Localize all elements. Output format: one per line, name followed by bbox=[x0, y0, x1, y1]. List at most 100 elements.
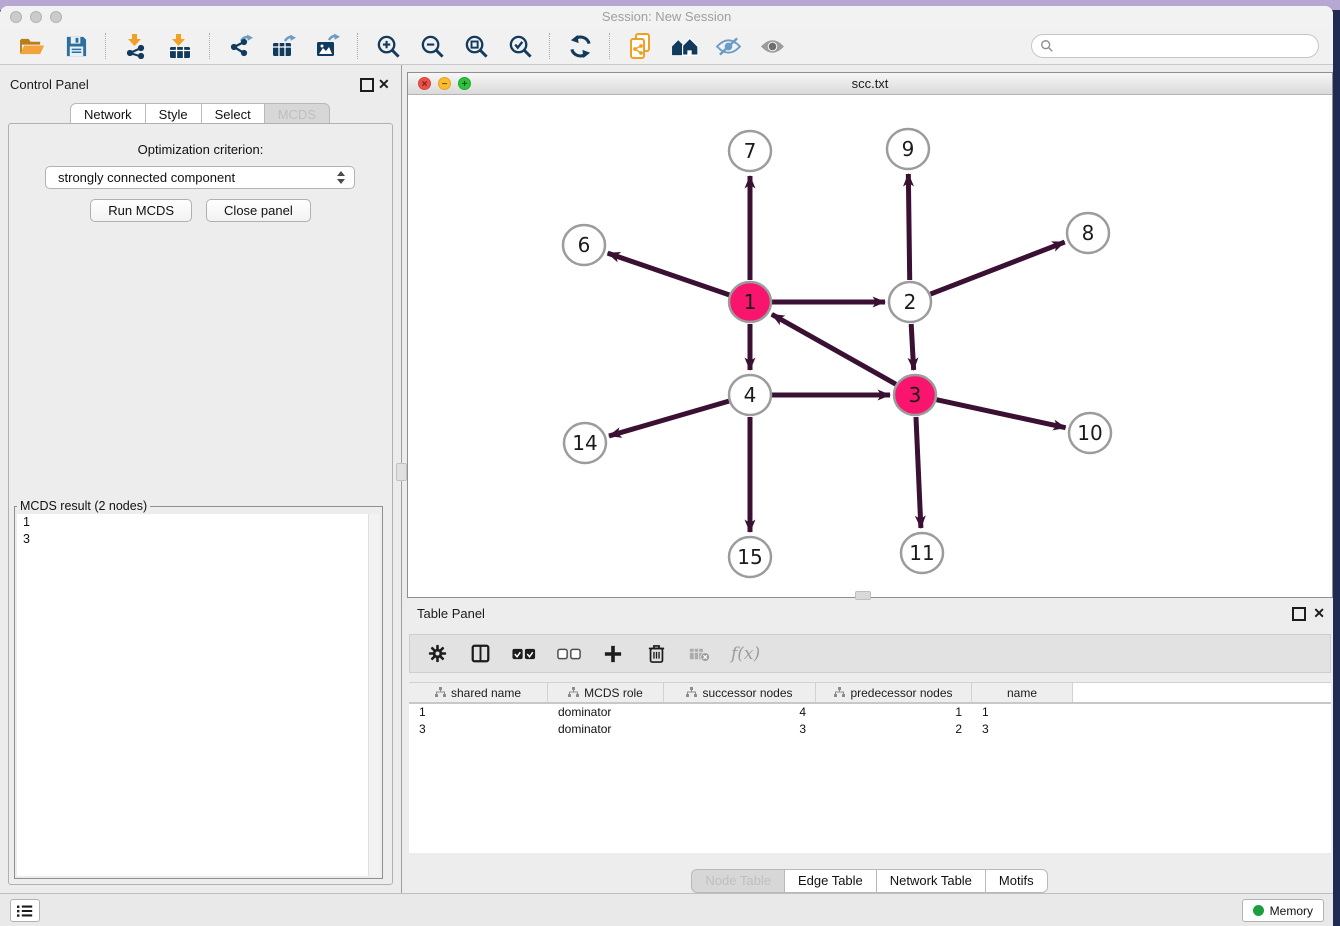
import-table-button[interactable] bbox=[166, 32, 194, 60]
search-input[interactable] bbox=[1059, 38, 1318, 55]
column-header-MCDS-role[interactable]: MCDS role bbox=[548, 683, 664, 702]
memory-button[interactable]: Memory bbox=[1242, 899, 1324, 922]
mcds-result-list: 13 bbox=[17, 514, 380, 876]
cell-predecessor-nodes[interactable]: 2 bbox=[816, 721, 972, 738]
table-tabs: Node TableEdge TableNetwork TableMotifs bbox=[407, 869, 1333, 893]
cell-successor-nodes[interactable]: 3 bbox=[664, 721, 816, 738]
app-titlebar: Session: New Session bbox=[0, 6, 1333, 29]
zoom-fit-button[interactable] bbox=[462, 32, 490, 60]
export-network-button[interactable] bbox=[226, 32, 254, 60]
cell-successor-nodes[interactable]: 4 bbox=[664, 704, 816, 721]
function-builder-button[interactable]: f(x) bbox=[731, 640, 760, 668]
table-body: 1dominator4113dominator323 bbox=[409, 704, 1331, 738]
export-table-button[interactable] bbox=[270, 32, 298, 60]
tab-network-table[interactable]: Network Table bbox=[876, 869, 986, 893]
cell-name[interactable]: 3 bbox=[972, 721, 1073, 738]
delete-column-button[interactable] bbox=[645, 640, 667, 668]
column-header-predecessor-nodes[interactable]: predecessor nodes bbox=[816, 683, 972, 702]
cell-MCDS-role[interactable]: dominator bbox=[548, 721, 664, 738]
zoom-in-button[interactable] bbox=[374, 32, 402, 60]
cell-MCDS-role[interactable]: dominator bbox=[548, 704, 664, 721]
application-window: Session: New Session bbox=[0, 6, 1333, 926]
cell-shared-name[interactable]: 3 bbox=[409, 721, 548, 738]
network-window-title: scc.txt bbox=[408, 76, 1332, 91]
toolbar-separator bbox=[357, 33, 359, 59]
table-panel-float-button[interactable] bbox=[1292, 607, 1306, 621]
graph-node-7[interactable]: 7 bbox=[729, 131, 771, 171]
graph-node-3[interactable]: 3 bbox=[894, 375, 936, 415]
hierarchy-icon bbox=[686, 687, 697, 698]
refresh-button[interactable] bbox=[566, 32, 594, 60]
show-column-panel-button[interactable] bbox=[469, 640, 491, 668]
graph-node-4[interactable]: 4 bbox=[729, 375, 771, 415]
criterion-value: strongly connected component bbox=[58, 170, 235, 185]
graph-edge-1-6[interactable] bbox=[608, 253, 730, 295]
graph-node-label: 15 bbox=[737, 545, 762, 569]
hide-selected-button[interactable] bbox=[714, 32, 742, 60]
zoom-selected-button[interactable] bbox=[506, 32, 534, 60]
toolbar-separator bbox=[105, 33, 107, 59]
graph-edge-2-9[interactable] bbox=[908, 174, 909, 280]
toolbar-separator bbox=[609, 33, 611, 59]
tab-edge-table[interactable]: Edge Table bbox=[784, 869, 877, 893]
graph-edge-3-10[interactable] bbox=[936, 400, 1065, 428]
select-all-button[interactable] bbox=[512, 640, 536, 668]
network-canvas[interactable]: 7 9 6 8 1 2 4 3 14 10 15 11 bbox=[408, 94, 1332, 597]
mcds-result-node: 3 bbox=[17, 531, 380, 548]
graph-node-2[interactable]: 2 bbox=[889, 282, 931, 322]
tab-node-table[interactable]: Node Table bbox=[691, 869, 785, 893]
deselect-all-button[interactable] bbox=[557, 640, 581, 668]
graph-node-1[interactable]: 1 bbox=[729, 282, 771, 322]
export-image-icon bbox=[315, 33, 341, 59]
cell-shared-name[interactable]: 1 bbox=[409, 704, 548, 721]
panel-splitter-handle[interactable] bbox=[396, 463, 407, 481]
run-mcds-button[interactable]: Run MCDS bbox=[90, 199, 192, 222]
graph-edge-3-11[interactable] bbox=[916, 417, 921, 528]
import-network-button[interactable] bbox=[122, 32, 150, 60]
table-settings-button[interactable] bbox=[426, 640, 448, 668]
network-window-titlebar[interactable]: × − + scc.txt bbox=[408, 73, 1332, 95]
tab-motifs[interactable]: Motifs bbox=[985, 869, 1048, 893]
network-view-window: × − + scc.txt 7 9 6 8 1 2 4 3 14 10 15 11 bbox=[407, 72, 1333, 598]
graph-node-label: 9 bbox=[902, 137, 915, 161]
home-layout-button[interactable] bbox=[670, 32, 698, 60]
graph-node-label: 7 bbox=[744, 139, 757, 163]
close-panel-button[interactable]: Close panel bbox=[206, 199, 311, 222]
cell-name[interactable]: 1 bbox=[972, 704, 1073, 721]
column-header-shared-name[interactable]: shared name bbox=[409, 683, 548, 702]
save-session-button[interactable] bbox=[62, 32, 90, 60]
column-header-successor-nodes[interactable]: successor nodes bbox=[664, 683, 816, 702]
graph-node-11[interactable]: 11 bbox=[901, 533, 943, 573]
hierarchy-icon bbox=[435, 687, 446, 698]
graph-node-10[interactable]: 10 bbox=[1069, 413, 1111, 453]
graph-node-14[interactable]: 14 bbox=[564, 423, 606, 463]
table-splitter-handle[interactable] bbox=[855, 591, 871, 600]
criterion-select[interactable]: strongly connected component bbox=[45, 166, 355, 189]
control-panel-close-button[interactable]: ✕ bbox=[378, 77, 390, 91]
graph-edge-2-3[interactable] bbox=[911, 324, 913, 370]
delete-table-icon bbox=[689, 646, 710, 662]
graph-edge-4-14[interactable] bbox=[609, 401, 729, 436]
clone-network-button[interactable] bbox=[626, 32, 654, 60]
export-image-button[interactable] bbox=[314, 32, 342, 60]
graph-edge-3-1[interactable] bbox=[772, 314, 896, 384]
graph-node-6[interactable]: 6 bbox=[563, 225, 605, 265]
open-session-button[interactable] bbox=[18, 32, 46, 60]
column-header-name[interactable]: name bbox=[972, 683, 1073, 702]
graph-node-9[interactable]: 9 bbox=[887, 129, 929, 169]
graph-edge-2-8[interactable] bbox=[931, 242, 1065, 294]
fx-icon: f(x) bbox=[731, 644, 760, 664]
add-column-button[interactable] bbox=[602, 640, 624, 668]
graph-node-8[interactable]: 8 bbox=[1067, 213, 1109, 253]
show-all-button[interactable] bbox=[758, 32, 786, 60]
control-panel-float-button[interactable] bbox=[360, 78, 374, 92]
graph-node-15[interactable]: 15 bbox=[729, 537, 771, 577]
delete-table-button[interactable] bbox=[688, 640, 710, 668]
task-history-button[interactable] bbox=[10, 899, 40, 922]
graph-node-label: 14 bbox=[572, 431, 597, 455]
graph-node-label: 6 bbox=[578, 233, 591, 257]
unchecked-boxes-icon bbox=[557, 648, 581, 660]
table-panel-close-button[interactable]: ✕ bbox=[1313, 606, 1325, 620]
zoom-out-button[interactable] bbox=[418, 32, 446, 60]
cell-predecessor-nodes[interactable]: 1 bbox=[816, 704, 972, 721]
